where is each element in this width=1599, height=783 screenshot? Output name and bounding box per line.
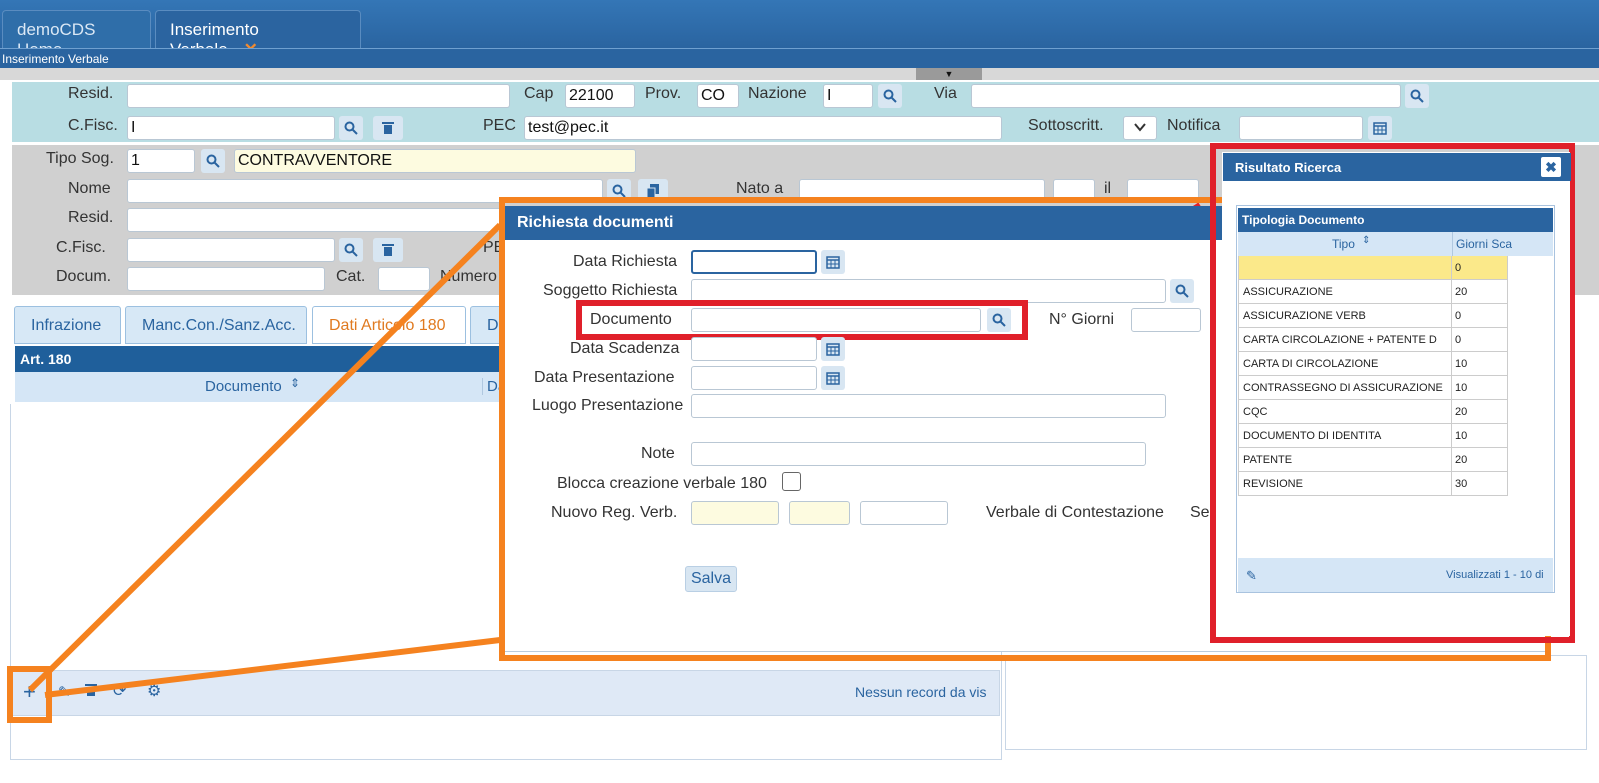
table-row[interactable]: CONTRASSEGNO DI ASSICURAZIONE 10	[1238, 376, 1508, 400]
row-tipo: CONTRASSEGNO DI ASSICURAZIONE	[1238, 376, 1452, 400]
table-row[interactable]: REVISIONE 30	[1238, 472, 1508, 496]
table-row[interactable]: ASSICURAZIONE 20	[1238, 280, 1508, 304]
edit-icon[interactable]: ✎	[1246, 568, 1257, 584]
table-row[interactable]: PATENTE 20	[1238, 448, 1508, 472]
tipologia-column-header: Tipo ⇕ Giorni Sca	[1238, 232, 1553, 256]
row-tipo: CARTA DI CIRCOLAZIONE	[1238, 352, 1452, 376]
table-row[interactable]: CQC 20	[1238, 400, 1508, 424]
col-tipo[interactable]: Tipo	[1332, 237, 1355, 251]
row-tipo: DOCUMENTO DI IDENTITA	[1238, 424, 1452, 448]
pagination-text: Visualizzati 1 - 10 di	[1446, 569, 1544, 581]
table-row[interactable]: ASSICURAZIONE VERB 0	[1238, 304, 1508, 328]
row-tipo: CQC	[1238, 400, 1452, 424]
add-button-highlight	[7, 666, 52, 723]
row-giorni: 10	[1452, 352, 1508, 376]
row-giorni: 20	[1452, 400, 1508, 424]
close-icon[interactable]: ✖	[1540, 156, 1562, 178]
table-row[interactable]: CARTA CIRCOLAZIONE + PATENTE D0	[1238, 328, 1508, 352]
row-giorni: 20	[1452, 280, 1508, 304]
row-giorni: 0	[1452, 256, 1508, 280]
row-tipo	[1238, 256, 1452, 280]
row-giorni: 10	[1452, 376, 1508, 400]
table-row[interactable]: CARTA DI CIRCOLAZIONE 10	[1238, 352, 1508, 376]
row-giorni: 10	[1452, 424, 1508, 448]
sort-icon: ⇕	[1362, 235, 1371, 246]
tipologia-footer: ✎ Visualizzati 1 - 10 di	[1238, 558, 1553, 592]
row-giorni: 20	[1452, 448, 1508, 472]
row-tipo: CARTA CIRCOLAZIONE + PATENTE D	[1238, 328, 1452, 352]
row-giorni: 0	[1452, 304, 1508, 328]
tipologia-title: Tipologia Documento	[1238, 208, 1553, 232]
row-tipo: ASSICURAZIONE	[1238, 280, 1452, 304]
row-giorni: 0	[1452, 328, 1508, 352]
row-tipo: REVISIONE	[1238, 472, 1452, 496]
search-result-title: Risultato Ricerca	[1223, 153, 1571, 181]
row-giorni: 30	[1452, 472, 1508, 496]
row-tipo: ASSICURAZIONE VERB	[1238, 304, 1452, 328]
col-giorni[interactable]: Giorni Sca	[1452, 232, 1512, 256]
table-row[interactable]: DOCUMENTO DI IDENTITA 10	[1238, 424, 1508, 448]
row-tipo: PATENTE	[1238, 448, 1452, 472]
table-row[interactable]: 0	[1238, 256, 1508, 280]
